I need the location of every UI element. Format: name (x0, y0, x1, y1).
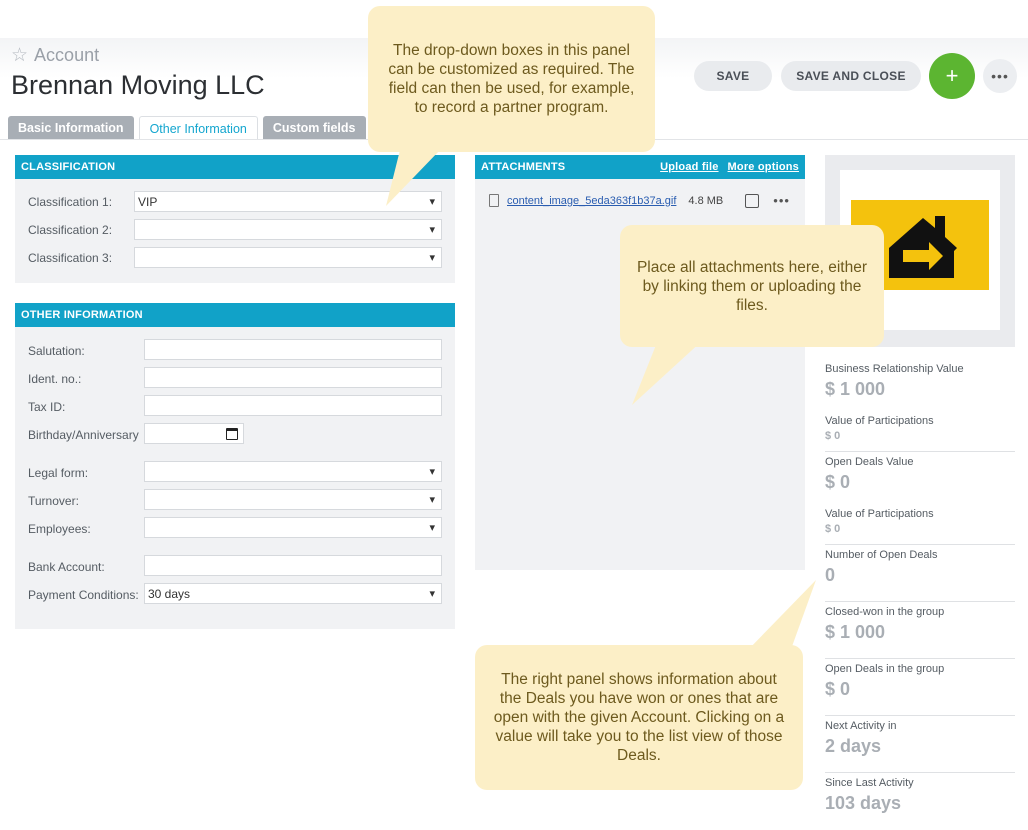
stat-value[interactable]: $ 1 000 (825, 622, 1015, 643)
attachment-more-icon[interactable]: ••• (773, 193, 790, 208)
payment-conditions-label: Payment Conditions: (28, 588, 139, 602)
payment-conditions-select[interactable]: 30 days ▾ (144, 583, 442, 604)
stat-label: Open Deals in the group (825, 663, 945, 675)
chevron-down-icon: ▾ (429, 588, 435, 600)
bank-account-label: Bank Account: (28, 560, 105, 574)
stat-value[interactable]: $ 0 (825, 472, 1015, 493)
tax-id-label: Tax ID: (28, 400, 66, 414)
legal-form-label: Legal form: (28, 466, 89, 480)
salutation-label: Salutation: (28, 344, 85, 358)
attachment-size: 4.8 MB (688, 194, 724, 207)
stat-closed-won-group[interactable]: Closed-won in the group $ 1 000 (825, 606, 1015, 643)
divider (825, 601, 1015, 602)
chevron-down-icon: ▾ (429, 224, 435, 236)
calendar-icon[interactable] (226, 428, 238, 440)
classification-3-select[interactable]: ▾ (134, 247, 442, 268)
tax-id-input[interactable] (144, 395, 442, 416)
attachments-header: ATTACHMENTS Upload file More options (475, 155, 805, 179)
bank-account-input[interactable] (144, 555, 442, 576)
callout-attachments: Place all attachments here, either by li… (620, 225, 884, 347)
classification-1-value: VIP (138, 194, 158, 209)
employees-select[interactable]: ▾ (144, 517, 442, 538)
attachment-row: content_image_5eda363f1b37a.gif 4.8 MB •… (489, 193, 790, 208)
classification-2-select[interactable]: ▾ (134, 219, 442, 240)
callout-tail (746, 580, 816, 652)
stat-label: Business Relationship Value (825, 363, 964, 375)
stat-label: Value of Participations (825, 415, 934, 427)
salutation-input[interactable] (144, 339, 442, 360)
classification-2-label: Classification 2: (28, 223, 113, 237)
callout-right-panel: The right panel shows information about … (475, 645, 803, 790)
stat-value[interactable]: $ 0 (825, 679, 1015, 700)
divider (825, 772, 1015, 773)
other-information-header: OTHER INFORMATION (15, 303, 455, 327)
more-options-link[interactable]: More options (728, 161, 799, 173)
open-link-icon[interactable] (745, 193, 760, 208)
classification-3-label: Classification 3: (28, 251, 113, 265)
callout-dropdown: The drop-down boxes in this panel can be… (368, 6, 655, 152)
ident-no-input[interactable] (144, 367, 442, 388)
chevron-down-icon: ▾ (429, 522, 435, 534)
stat-since-last-activity[interactable]: Since Last Activity 103 days (825, 777, 1015, 814)
stat-label: Closed-won in the group (825, 606, 945, 618)
favorite-star-icon[interactable]: ☆ (11, 44, 28, 67)
classification-1-label: Classification 1: (28, 195, 113, 209)
stat-open-deals-value[interactable]: Open Deals Value $ 0 (825, 456, 1015, 493)
other-information-panel: OTHER INFORMATION Salutation: Ident. no.… (15, 303, 455, 629)
stat-value-of-participations[interactable]: Value of Participations $ 0 (825, 415, 1015, 442)
breadcrumb-entity[interactable]: Account (34, 45, 99, 66)
stat-next-activity[interactable]: Next Activity in 2 days (825, 720, 1015, 757)
turnover-select[interactable]: ▾ (144, 489, 442, 510)
stat-value[interactable]: 103 days (825, 793, 1015, 814)
turnover-label: Turnover: (28, 494, 79, 508)
attachments-title: ATTACHMENTS (481, 161, 566, 173)
stat-value-of-participations-open[interactable]: Value of Participations $ 0 (825, 508, 1015, 535)
tab-other-information[interactable]: Other Information (138, 116, 258, 140)
more-actions-button[interactable]: ••• (983, 59, 1017, 93)
divider (825, 451, 1015, 452)
breadcrumb: ☆ Account (11, 44, 99, 67)
stat-number-of-open-deals[interactable]: Number of Open Deals 0 (825, 549, 1015, 586)
attachments-links: Upload file More options (660, 161, 799, 173)
stat-label: Open Deals Value (825, 456, 914, 468)
stat-value[interactable]: $ 0 (825, 430, 1015, 442)
upload-file-link[interactable]: Upload file (660, 161, 718, 173)
tab-custom-fields[interactable]: Custom fields (262, 116, 366, 139)
payment-conditions-value: 30 days (148, 586, 191, 601)
divider (825, 715, 1015, 716)
employees-label: Employees: (28, 522, 91, 536)
birthday-date-input[interactable] (144, 423, 244, 444)
chevron-down-icon: ▾ (429, 494, 435, 506)
tab-bar: Basic Information Other Information Cust… (8, 116, 366, 140)
save-button[interactable]: SAVE (694, 61, 772, 91)
stat-label: Value of Participations (825, 508, 934, 520)
birthday-label: Birthday/Anniversary (28, 428, 139, 442)
stat-label: Next Activity in (825, 720, 897, 732)
legal-form-select[interactable]: ▾ (144, 461, 442, 482)
stat-label: Since Last Activity (825, 777, 914, 789)
chevron-down-icon: ▾ (429, 252, 435, 264)
divider (825, 658, 1015, 659)
page-title: Brennan Moving LLC (11, 70, 265, 100)
save-and-close-button[interactable]: SAVE AND CLOSE (781, 61, 921, 91)
stat-value[interactable]: 0 (825, 565, 1015, 586)
divider (825, 544, 1015, 545)
stat-value[interactable]: $ 0 (825, 523, 1015, 535)
stat-value[interactable]: $ 1 000 (825, 379, 1015, 400)
ident-no-label: Ident. no.: (28, 372, 82, 386)
attachment-filename[interactable]: content_image_5eda363f1b37a.gif (507, 195, 676, 207)
tab-basic-information[interactable]: Basic Information (8, 116, 134, 139)
chevron-down-icon: ▾ (429, 466, 435, 478)
stat-open-deals-group[interactable]: Open Deals in the group $ 0 (825, 663, 1015, 700)
stat-label: Number of Open Deals (825, 549, 938, 561)
add-button[interactable]: + (929, 53, 975, 99)
stat-value[interactable]: 2 days (825, 736, 1015, 757)
stat-business-relationship[interactable]: Business Relationship Value $ 1 000 (825, 363, 1015, 400)
file-icon (489, 194, 499, 207)
